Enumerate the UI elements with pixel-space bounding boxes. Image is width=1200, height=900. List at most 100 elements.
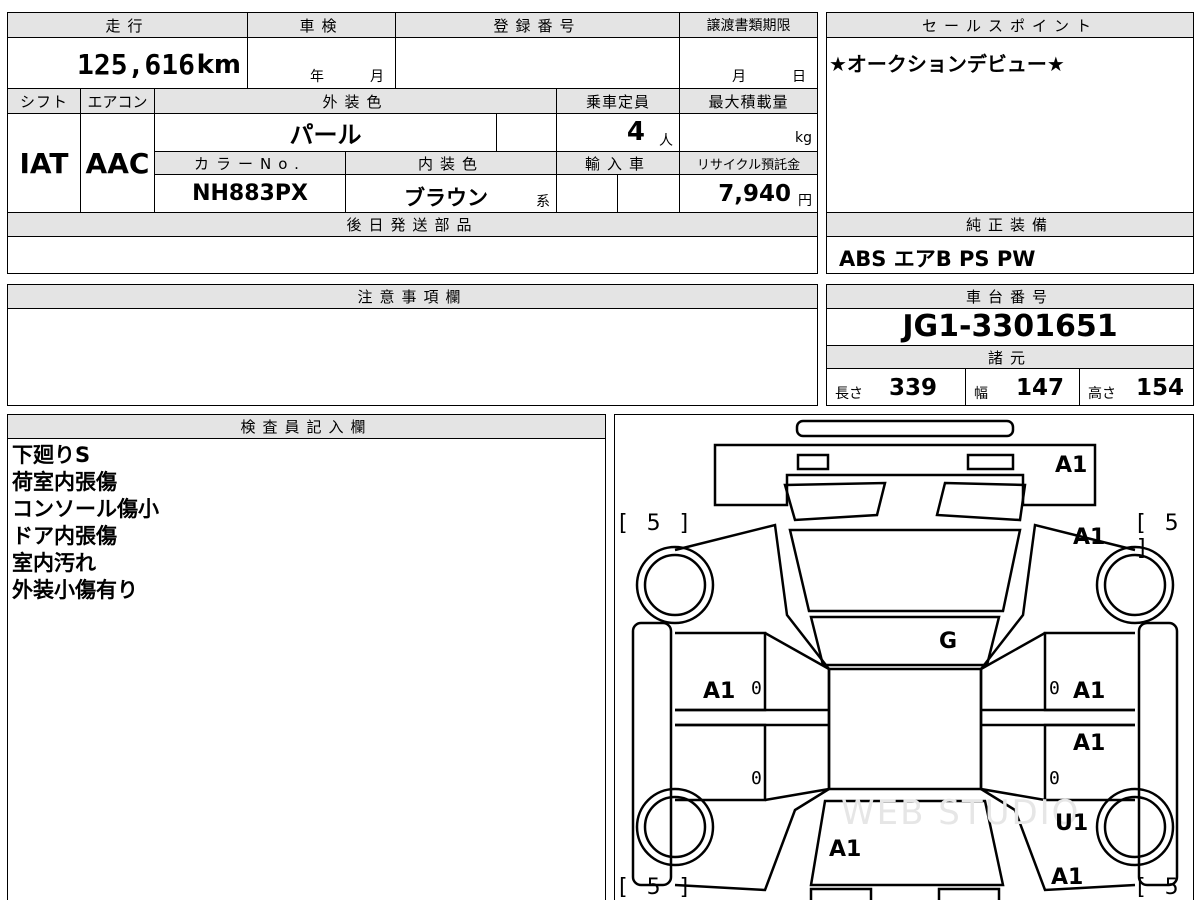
imported-cell-b bbox=[617, 174, 680, 213]
aircon-value: AAC bbox=[85, 146, 150, 180]
recycle-fee-unit: 円 bbox=[798, 193, 812, 209]
registration-header: 登録番号 bbox=[395, 12, 680, 38]
shift-cell: IAT bbox=[7, 113, 81, 213]
inspection-cell: 年 月 bbox=[247, 37, 396, 89]
registration-cell bbox=[395, 37, 680, 89]
capacity-cell: 4 人 bbox=[556, 113, 680, 152]
later-parts-header: 後日発送部品 bbox=[7, 212, 818, 237]
spec-height-value: 154 bbox=[1136, 375, 1185, 401]
mark-right-rear-door: A1 bbox=[1073, 731, 1106, 756]
front-right-lamp bbox=[966, 453, 1015, 471]
watermark: WEB STUDIO bbox=[841, 793, 1081, 833]
remark-line: ドア内張傷 bbox=[12, 524, 117, 548]
front-right-glass bbox=[935, 481, 1027, 522]
inspection-header: 車検 bbox=[247, 12, 396, 38]
color-no-value: NH883PX bbox=[192, 181, 308, 206]
deadline-month-unit: 月 bbox=[732, 69, 746, 85]
genuine-equipment-header: 純正装備 bbox=[826, 212, 1194, 237]
mileage-value: 125,616 bbox=[76, 48, 195, 81]
chassis-number-header: 車台番号 bbox=[826, 284, 1194, 309]
diagram-box: WEB STUDIO [ 5 ] [ 5 ] [ 5 ] [ 5 ] A1 A1… bbox=[614, 414, 1194, 900]
max-load-cell: kg bbox=[679, 113, 818, 152]
zero-left-1: 0 bbox=[751, 678, 762, 699]
mark-left-front-door: A1 bbox=[703, 679, 736, 704]
interior-color-cell: ブラウン 系 bbox=[345, 174, 557, 213]
inspection-year-unit: 年 bbox=[310, 69, 324, 85]
remark-line: 室内汚れ bbox=[12, 551, 96, 575]
mark-windshield: G bbox=[939, 629, 958, 654]
deadline-day-unit: 日 bbox=[792, 69, 806, 85]
spec-length-label: 長さ bbox=[835, 386, 863, 402]
tire-bracket-front-left: [ 5 ] bbox=[619, 511, 695, 536]
inspector-remarks: 下廻りS 荷室内張傷 コンソール傷小 ドア内張傷 室内汚れ 外装小傷有り bbox=[12, 442, 159, 604]
spec-length-value: 339 bbox=[889, 375, 938, 401]
capacity-value: 4 bbox=[626, 117, 645, 147]
mark-rear-right: A1 bbox=[1051, 865, 1084, 890]
exterior-color-cell: パール bbox=[154, 113, 497, 152]
remark-line: 外装小傷有り bbox=[12, 578, 138, 602]
zero-left-2: 0 bbox=[751, 768, 762, 789]
color-no-cell: NH883PX bbox=[154, 174, 346, 213]
spec-height-cell: 高さ 154 bbox=[1079, 368, 1194, 406]
specs-header: 諸元 bbox=[826, 345, 1194, 369]
wheel-front-left-inner bbox=[643, 553, 707, 617]
front-bar bbox=[795, 419, 1015, 438]
spec-length-cell: 長さ 339 bbox=[826, 368, 966, 406]
tire-bracket-rear-right: [ 5 ] bbox=[1137, 875, 1185, 900]
remark-line: 下廻りS bbox=[12, 443, 91, 467]
imported-cell-a bbox=[556, 174, 618, 213]
wheel-rear-right-inner bbox=[1103, 795, 1167, 859]
notes-header: 注意事項欄 bbox=[7, 284, 818, 309]
mark-front-top: A1 bbox=[1055, 453, 1088, 478]
zero-right-1: 0 bbox=[1049, 678, 1060, 699]
interior-color-value: ブラウン bbox=[404, 186, 488, 210]
remark-line: コンソール傷小 bbox=[12, 497, 159, 521]
mark-rear-glass: A1 bbox=[829, 837, 862, 862]
spec-width-cell: 幅 147 bbox=[965, 368, 1080, 406]
aircon-header: エアコン bbox=[80, 88, 155, 114]
spec-width-label: 幅 bbox=[974, 386, 988, 402]
recycle-fee-header: リサイクル預託金 bbox=[679, 151, 818, 175]
left-body bbox=[674, 523, 831, 892]
windshield bbox=[788, 528, 1022, 613]
interior-color-suffix: 系 bbox=[536, 194, 550, 210]
spec-height-label: 高さ bbox=[1088, 386, 1116, 402]
roof bbox=[809, 615, 1001, 667]
max-load-unit: kg bbox=[795, 130, 812, 146]
aircon-cell: AAC bbox=[80, 113, 155, 213]
mark-right-front-door: A1 bbox=[1073, 679, 1106, 704]
wheel-front-right-inner bbox=[1103, 553, 1167, 617]
color-no-header: カラーNo. bbox=[154, 151, 346, 175]
mileage-header: 走行 bbox=[7, 12, 248, 38]
front-left-lamp bbox=[796, 453, 830, 471]
remark-line: 荷室内張傷 bbox=[12, 470, 117, 494]
later-parts-cell bbox=[7, 236, 818, 274]
exterior-color-extra bbox=[496, 113, 557, 152]
sales-point-text: ★オークションデビュー★ bbox=[829, 52, 1065, 76]
transfer-deadline-header: 譲渡書類期限 bbox=[679, 12, 818, 38]
tire-bracket-front-right: [ 5 ] bbox=[1137, 511, 1185, 561]
genuine-equipment-cell: ABS エアB PS PW bbox=[826, 236, 1194, 274]
front-left-glass bbox=[783, 481, 887, 522]
inspection-month-unit: 月 bbox=[370, 69, 384, 85]
mark-right-rear-quarter: U1 bbox=[1055, 811, 1089, 836]
wheel-front-left bbox=[635, 545, 715, 625]
tire-bracket-rear-left: [ 5 ] bbox=[619, 875, 695, 900]
capacity-header: 乗車定員 bbox=[556, 88, 680, 114]
exterior-color-header: 外装色 bbox=[154, 88, 557, 114]
genuine-equipment-text: ABS エアB PS PW bbox=[839, 247, 1036, 271]
interior-color-header: 内装色 bbox=[345, 151, 557, 175]
transfer-deadline-cell: 月 日 bbox=[679, 37, 818, 89]
max-load-header: 最大積載量 bbox=[679, 88, 818, 114]
recycle-fee-cell: 7,940 円 bbox=[679, 174, 818, 213]
rear-bar bbox=[809, 887, 873, 900]
capacity-unit: 人 bbox=[659, 133, 673, 149]
shift-header: シフト bbox=[7, 88, 81, 114]
mark-right-fender: A1 bbox=[1073, 525, 1106, 550]
chassis-number-value: JG1-3301651 bbox=[902, 309, 1118, 344]
shift-value: IAT bbox=[19, 146, 69, 180]
exterior-color-value: パール bbox=[289, 121, 362, 149]
inspector-header: 検査員記入欄 bbox=[7, 414, 606, 439]
cabin bbox=[827, 667, 983, 791]
bonnet-outline bbox=[713, 443, 1097, 507]
